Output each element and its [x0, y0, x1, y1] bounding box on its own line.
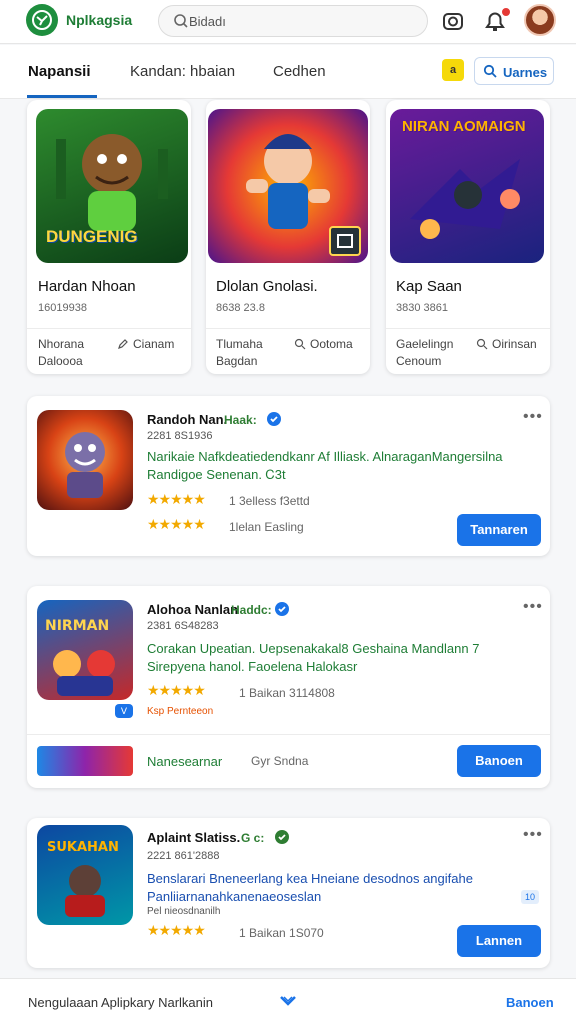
manage-label: Uarnes	[503, 65, 548, 80]
game-art-title: NIRAN AOMAIGN	[402, 118, 526, 135]
game-art-image: NIRAN AOMAIGN	[390, 109, 544, 263]
avatar[interactable]	[524, 4, 556, 36]
app-title[interactable]: Alohoa Nanlan	[147, 602, 238, 617]
search-bar[interactable]: Bidadı	[158, 5, 428, 37]
tab-cedhen[interactable]: Cedhen	[273, 63, 326, 80]
card-action-right[interactable]: Oirinsan	[492, 337, 537, 351]
filter-chip[interactable]: a	[442, 59, 464, 81]
camera-icon[interactable]	[440, 8, 466, 34]
app-description-2: Sirepyena hanol. Faoelena Halokasr	[147, 659, 358, 674]
search-input[interactable]: Bidadı	[189, 14, 226, 29]
game-subtitle: 3830 3861	[396, 302, 448, 314]
more-options-icon[interactable]: •••	[523, 826, 543, 844]
card-action-left-sub: Cenoum	[396, 354, 442, 368]
svg-text:SUKAHAN: SUKAHAN	[47, 840, 119, 855]
app-description: Benslarari Bneneerlang kea Hneiane desod…	[147, 871, 473, 886]
install-button[interactable]: Banoen	[457, 745, 541, 777]
app-description: Narikaie Nafkdeatiedendkanr Af Illiask. …	[147, 449, 503, 464]
note-tail: Gyr Sndna	[251, 754, 309, 768]
app-meta: 2221 861'2888	[147, 850, 220, 862]
tab-kandan[interactable]: Kandan: hbaian	[130, 63, 235, 80]
game-title: Kap Saan	[396, 278, 462, 295]
list-item[interactable]: Randoh Nan. Haak: ••• 2281 8S1936 Narika…	[27, 396, 550, 556]
game-title: Hardan Nhoan	[38, 278, 136, 295]
app-description-2: Panliiarnanahkanenaeoseslan	[147, 889, 322, 904]
app-title[interactable]: Randoh Nan.	[147, 412, 227, 427]
game-title: Dlolan Gnolasi.	[216, 278, 318, 295]
verified-icon	[275, 830, 289, 844]
rating-stars: ★★★★★	[147, 682, 206, 698]
app-tag: Haddc:	[231, 603, 272, 617]
game-art-title: DUNGENIG	[46, 227, 138, 246]
rating-stars: ★★★★★	[147, 491, 206, 507]
divider	[27, 734, 550, 735]
rating-count: 1 3elless f3ettd	[229, 494, 310, 508]
app-name: Nplkagsia	[66, 12, 133, 28]
game-thumbnail: SUKAHAN	[37, 825, 133, 925]
chevron-down-icon[interactable]	[278, 993, 298, 1009]
more-options-icon[interactable]: •••	[523, 408, 543, 426]
top-app-bar: Nplkagsia Bidadı	[0, 0, 576, 44]
notification-badge	[500, 6, 512, 18]
list-item[interactable]: NIRMAN ᐯ Alohoa Nanlan Haddc: ••• 2381 6…	[27, 586, 550, 788]
search-icon	[174, 14, 188, 28]
game-art-image: DUNGENIG	[36, 109, 188, 263]
rating-stars: ★★★★★	[147, 516, 206, 532]
rating-count: 1 Baikan 1S070	[239, 926, 324, 940]
more-options-icon[interactable]: •••	[523, 598, 543, 616]
small-note: Pel nieosdnanilh	[147, 906, 221, 917]
divider	[206, 328, 370, 329]
featured-card-1[interactable]: DUNGENIG Hardan Nhoan 16019938 Nhorana D…	[27, 100, 191, 374]
svg-text:NIRMAN: NIRMAN	[45, 618, 109, 634]
verified-icon	[275, 602, 289, 616]
game-subtitle: 16019938	[38, 302, 87, 314]
badge-chip: ᐯ	[115, 704, 133, 718]
app-meta: 2281 8S1936	[147, 430, 213, 442]
card-action-left-sub: Bagdan	[216, 354, 258, 368]
game-art-image	[208, 109, 368, 263]
divider	[27, 328, 191, 329]
card-action-left-sub: Daloooa	[38, 354, 83, 368]
app-logo-icon[interactable]	[26, 4, 58, 36]
mini-chip: 10	[521, 890, 539, 904]
promo-label: Ksp Pernteeon	[147, 706, 214, 717]
install-button[interactable]: Lannen	[457, 925, 541, 957]
app-title[interactable]: Aplaint Slatiss.	[147, 830, 240, 845]
install-button[interactable]: Tannaren	[457, 514, 541, 546]
pencil-icon	[118, 339, 128, 349]
featured-card-2[interactable]: Dlolan Gnolasi. 8638 23.8 Tlumaha Bagdan…	[206, 100, 370, 374]
rating-count: 1 Baikan 3114808	[239, 686, 335, 700]
featured-card-3[interactable]: NIRAN AOMAIGN Kap Saan 3830 3861 Gaeleli…	[386, 100, 550, 374]
note-label: Nanesearnar	[147, 754, 223, 769]
app-tag: Haak:	[224, 413, 257, 427]
app-tag: G c:	[241, 831, 265, 845]
manage-button[interactable]: Uarnes	[474, 57, 554, 85]
divider	[386, 328, 550, 329]
verified-icon	[267, 412, 281, 426]
app-description-2: Randigoe Senenan. Ꮯ3t	[147, 467, 286, 482]
card-action-left[interactable]: Nhorana	[38, 337, 84, 351]
search-icon	[483, 64, 497, 78]
active-tab-indicator	[27, 95, 97, 98]
rating-stars: ★★★★★	[147, 922, 206, 938]
list-item[interactable]: SUKAHAN Aplaint Slatiss. G c: ••• 2221 8…	[27, 818, 550, 968]
bottom-bar: Nengulaaan Aplipkary Narlkanin Banoen	[0, 978, 576, 1024]
card-action-right[interactable]: Ootoma	[310, 337, 353, 351]
game-thumbnail	[37, 410, 133, 510]
card-action-left[interactable]: Gaelelingn	[396, 337, 453, 351]
app-meta: 2381 6S48283	[147, 620, 219, 632]
card-action-right[interactable]: Cianam	[133, 337, 174, 351]
game-thumbnail: NIRMAN	[37, 600, 133, 700]
bottom-action-button[interactable]: Banoen	[506, 995, 554, 1010]
screenshot-strip[interactable]	[37, 746, 133, 776]
search-icon	[476, 338, 488, 350]
app-description: Corakan Upeatian. Uepsenakakal8 Geshaina…	[147, 641, 480, 656]
game-subtitle: 8638 23.8	[216, 302, 265, 314]
rating-count: 1lelan Easling	[229, 520, 304, 534]
tab-napansii[interactable]: Napansii	[28, 63, 91, 80]
card-action-left[interactable]: Tlumaha	[216, 337, 263, 351]
bottom-label[interactable]: Nengulaaan Aplipkary Narlkanin	[28, 995, 213, 1010]
search-icon	[294, 338, 306, 350]
tab-bar: Napansii Kandan: hbaian Cedhen a Uarnes	[0, 45, 576, 99]
